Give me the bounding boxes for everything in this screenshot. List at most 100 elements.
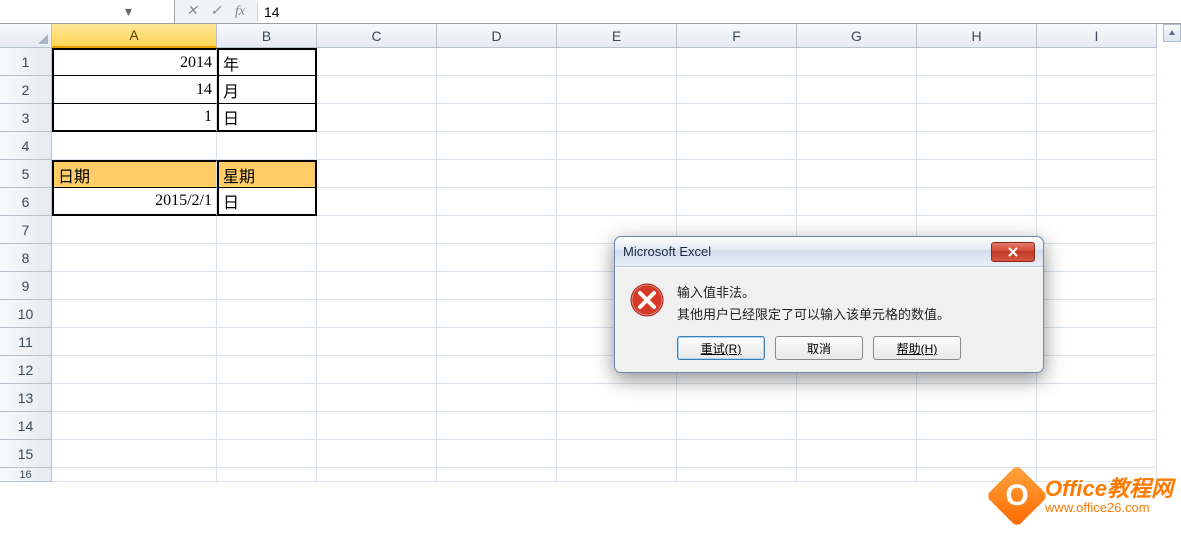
col-header-H[interactable]: H [917, 24, 1037, 48]
dialog-close-button[interactable] [991, 242, 1035, 262]
cell-C6[interactable] [317, 188, 437, 216]
cell-G13[interactable] [797, 384, 917, 412]
cell-B7[interactable] [217, 216, 317, 244]
cell-I7[interactable] [1037, 216, 1157, 244]
cell-C15[interactable] [317, 440, 437, 468]
cell-G15[interactable] [797, 440, 917, 468]
cell-C10[interactable] [317, 300, 437, 328]
cell-C13[interactable] [317, 384, 437, 412]
cell-C7[interactable] [317, 216, 437, 244]
col-header-B[interactable]: B [217, 24, 317, 48]
cell-H1[interactable] [917, 48, 1037, 76]
cell-E13[interactable] [557, 384, 677, 412]
cell-H5[interactable] [917, 160, 1037, 188]
cell-I8[interactable] [1037, 244, 1157, 272]
cell-A15[interactable] [52, 440, 217, 468]
cell-E4[interactable] [557, 132, 677, 160]
cell-C1[interactable] [317, 48, 437, 76]
cell-I15[interactable] [1037, 440, 1157, 468]
cell-H13[interactable] [917, 384, 1037, 412]
cell-C14[interactable] [317, 412, 437, 440]
cell-A8[interactable] [52, 244, 217, 272]
cell-G6[interactable] [797, 188, 917, 216]
scroll-up-button[interactable] [1163, 24, 1181, 42]
cell-I5[interactable] [1037, 160, 1157, 188]
cell-C5[interactable] [317, 160, 437, 188]
cell-C11[interactable] [317, 328, 437, 356]
accept-formula-icon[interactable]: ✓ [207, 3, 225, 21]
cell-D1[interactable] [437, 48, 557, 76]
cell-I14[interactable] [1037, 412, 1157, 440]
cell-D10[interactable] [437, 300, 557, 328]
retry-button[interactable]: 重试(R) [677, 336, 765, 360]
cell-B5[interactable]: 星期 [217, 160, 317, 188]
cell-F6[interactable] [677, 188, 797, 216]
cell-A4[interactable] [52, 132, 217, 160]
row-header-16[interactable]: 16 [0, 468, 52, 482]
fx-icon[interactable]: fx [231, 3, 249, 21]
cell-H14[interactable] [917, 412, 1037, 440]
row-header-1[interactable]: 1 [0, 48, 52, 76]
cell-D16[interactable] [437, 468, 557, 482]
cell-D14[interactable] [437, 412, 557, 440]
formula-input[interactable]: 14 [258, 0, 1181, 23]
cell-B11[interactable] [217, 328, 317, 356]
row-header-8[interactable]: 8 [0, 244, 52, 272]
cell-B13[interactable] [217, 384, 317, 412]
cell-C9[interactable] [317, 272, 437, 300]
cell-A10[interactable] [52, 300, 217, 328]
cell-C4[interactable] [317, 132, 437, 160]
dialog-titlebar[interactable]: Microsoft Excel [615, 237, 1043, 267]
cell-H4[interactable] [917, 132, 1037, 160]
col-header-F[interactable]: F [677, 24, 797, 48]
cell-A1[interactable]: 2014 [52, 48, 217, 76]
cell-E5[interactable] [557, 160, 677, 188]
row-header-4[interactable]: 4 [0, 132, 52, 160]
cell-F14[interactable] [677, 412, 797, 440]
cell-G4[interactable] [797, 132, 917, 160]
cell-D5[interactable] [437, 160, 557, 188]
cell-D15[interactable] [437, 440, 557, 468]
cell-B6[interactable]: 日 [217, 188, 317, 216]
cell-F13[interactable] [677, 384, 797, 412]
cell-B1[interactable]: 年 [217, 48, 317, 76]
cell-A3[interactable]: 1 [52, 104, 217, 132]
cell-E3[interactable] [557, 104, 677, 132]
cell-D12[interactable] [437, 356, 557, 384]
cell-G3[interactable] [797, 104, 917, 132]
row-header-3[interactable]: 3 [0, 104, 52, 132]
row-header-6[interactable]: 6 [0, 188, 52, 216]
cell-F3[interactable] [677, 104, 797, 132]
cell-D11[interactable] [437, 328, 557, 356]
cell-A14[interactable] [52, 412, 217, 440]
cell-E15[interactable] [557, 440, 677, 468]
cell-F1[interactable] [677, 48, 797, 76]
cell-I1[interactable] [1037, 48, 1157, 76]
cell-F5[interactable] [677, 160, 797, 188]
cell-B16[interactable] [217, 468, 317, 482]
cell-I2[interactable] [1037, 76, 1157, 104]
cell-B12[interactable] [217, 356, 317, 384]
cell-C12[interactable] [317, 356, 437, 384]
cell-F15[interactable] [677, 440, 797, 468]
cell-G1[interactable] [797, 48, 917, 76]
col-header-G[interactable]: G [797, 24, 917, 48]
cell-G2[interactable] [797, 76, 917, 104]
cell-E1[interactable] [557, 48, 677, 76]
cancel-formula-icon[interactable]: ✕ [183, 3, 201, 21]
help-button[interactable]: 帮助(H) [873, 336, 961, 360]
cell-E2[interactable] [557, 76, 677, 104]
cell-I13[interactable] [1037, 384, 1157, 412]
col-header-E[interactable]: E [557, 24, 677, 48]
cell-I4[interactable] [1037, 132, 1157, 160]
cell-H2[interactable] [917, 76, 1037, 104]
cell-I11[interactable] [1037, 328, 1157, 356]
row-header-7[interactable]: 7 [0, 216, 52, 244]
row-header-10[interactable]: 10 [0, 300, 52, 328]
cell-G14[interactable] [797, 412, 917, 440]
cell-I6[interactable] [1037, 188, 1157, 216]
row-header-13[interactable]: 13 [0, 384, 52, 412]
col-header-I[interactable]: I [1037, 24, 1157, 48]
cell-A11[interactable] [52, 328, 217, 356]
cell-A13[interactable] [52, 384, 217, 412]
